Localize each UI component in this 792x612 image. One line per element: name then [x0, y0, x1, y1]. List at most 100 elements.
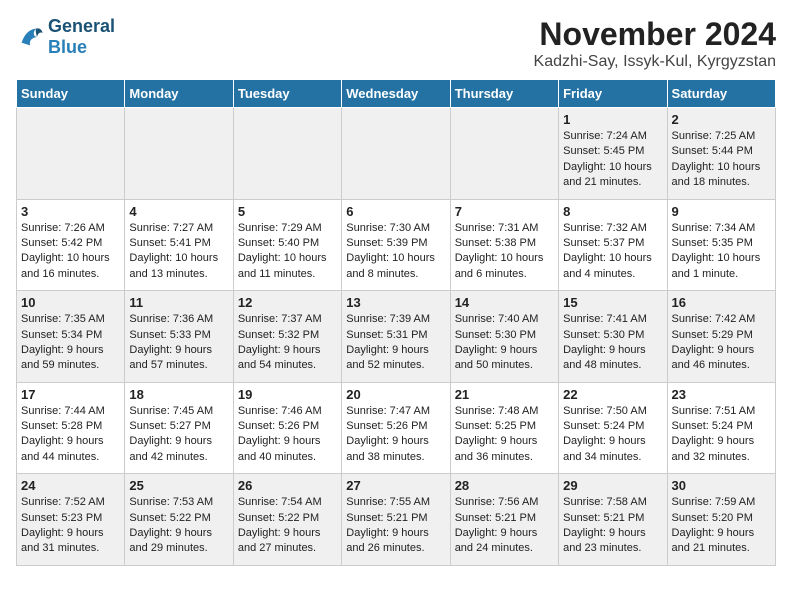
day-number: 7 [455, 204, 554, 219]
main-title: November 2024 [534, 16, 776, 53]
day-info: Sunrise: 7:46 AM Sunset: 5:26 PM Dayligh… [238, 404, 337, 466]
calendar-cell [233, 108, 341, 200]
calendar-cell: 26 Sunrise: 7:54 AM Sunset: 5:22 PM Dayli… [233, 474, 341, 566]
header-monday: Monday [125, 80, 233, 108]
day-number: 16 [672, 295, 771, 310]
day-number: 27 [346, 478, 445, 493]
day-info: Sunrise: 7:36 AM Sunset: 5:33 PM Dayligh… [129, 312, 228, 374]
calendar-cell: 22 Sunrise: 7:50 AM Sunset: 5:24 PM Dayli… [559, 382, 667, 474]
subtitle: Kadzhi-Say, Issyk-Kul, Kyrgyzstan [534, 53, 776, 71]
header-sunday: Sunday [17, 80, 125, 108]
day-info: Sunrise: 7:34 AM Sunset: 5:35 PM Dayligh… [672, 221, 771, 283]
calendar-cell: 10Sunrise: 7:35 AM Sunset: 5:34 PM Dayli… [17, 291, 125, 383]
calendar-header-row: SundayMondayTuesdayWednesdayThursdayFrid… [17, 80, 776, 108]
day-info: Sunrise: 7:50 AM Sunset: 5:24 PM Dayligh… [563, 404, 662, 466]
calendar-cell [342, 108, 450, 200]
calendar-cell: 20Sunrise: 7:47 AM Sunset: 5:26 PM Dayli… [342, 382, 450, 474]
calendar-cell: 28 Sunrise: 7:56 AM Sunset: 5:21 PM Dayli… [450, 474, 558, 566]
day-info: Sunrise: 7:39 AM Sunset: 5:31 PM Dayligh… [346, 312, 445, 374]
day-number: 13 [346, 295, 445, 310]
calendar-cell: 6 Sunrise: 7:30 AM Sunset: 5:39 PM Daylig… [342, 199, 450, 291]
day-number: 6 [346, 204, 445, 219]
day-number: 26 [238, 478, 337, 493]
calendar-cell: 2 Sunrise: 7:25 AM Sunset: 5:44 PM Daylig… [667, 108, 775, 200]
day-info: Sunrise: 7:54 AM Sunset: 5:22 PM Dayligh… [238, 495, 337, 557]
day-number: 24 [21, 478, 120, 493]
page-header: General Blue November 2024 Kadzhi-Say, I… [16, 16, 776, 71]
day-info: Sunrise: 7:45 AM Sunset: 5:27 PM Dayligh… [129, 404, 228, 466]
header-saturday: Saturday [667, 80, 775, 108]
day-info: Sunrise: 7:30 AM Sunset: 5:39 PM Dayligh… [346, 221, 445, 283]
day-info: Sunrise: 7:25 AM Sunset: 5:44 PM Dayligh… [672, 129, 771, 191]
day-info: Sunrise: 7:55 AM Sunset: 5:21 PM Dayligh… [346, 495, 445, 557]
calendar-cell: 8 Sunrise: 7:32 AM Sunset: 5:37 PM Daylig… [559, 199, 667, 291]
calendar-cell: 19 Sunrise: 7:46 AM Sunset: 5:26 PM Dayli… [233, 382, 341, 474]
calendar-cell: 13 Sunrise: 7:39 AM Sunset: 5:31 PM Dayli… [342, 291, 450, 383]
day-info: Sunrise: 7:27 AM Sunset: 5:41 PM Dayligh… [129, 221, 228, 283]
day-number: 28 [455, 478, 554, 493]
day-info: Sunrise: 7:51 AM Sunset: 5:24 PM Dayligh… [672, 404, 771, 466]
header-wednesday: Wednesday [342, 80, 450, 108]
day-info: Sunrise: 7:58 AM Sunset: 5:21 PM Dayligh… [563, 495, 662, 557]
day-number: 22 [563, 387, 662, 402]
day-info: Sunrise: 7:53 AM Sunset: 5:22 PM Dayligh… [129, 495, 228, 557]
calendar-cell: 25 Sunrise: 7:53 AM Sunset: 5:22 PM Dayli… [125, 474, 233, 566]
day-number: 5 [238, 204, 337, 219]
day-number: 1 [563, 112, 662, 127]
calendar-cell: 9 Sunrise: 7:34 AM Sunset: 5:35 PM Daylig… [667, 199, 775, 291]
calendar-week-row: 17Sunrise: 7:44 AM Sunset: 5:28 PM Dayli… [17, 382, 776, 474]
day-info: Sunrise: 7:32 AM Sunset: 5:37 PM Dayligh… [563, 221, 662, 283]
day-number: 3 [21, 204, 120, 219]
calendar-cell: 17Sunrise: 7:44 AM Sunset: 5:28 PM Dayli… [17, 382, 125, 474]
header-thursday: Thursday [450, 80, 558, 108]
day-number: 10 [21, 295, 120, 310]
calendar-table: SundayMondayTuesdayWednesdayThursdayFrid… [16, 79, 776, 566]
day-info: Sunrise: 7:31 AM Sunset: 5:38 PM Dayligh… [455, 221, 554, 283]
day-number: 8 [563, 204, 662, 219]
calendar-cell: 12Sunrise: 7:37 AM Sunset: 5:32 PM Dayli… [233, 291, 341, 383]
calendar-cell: 1Sunrise: 7:24 AM Sunset: 5:45 PM Daylig… [559, 108, 667, 200]
day-info: Sunrise: 7:40 AM Sunset: 5:30 PM Dayligh… [455, 312, 554, 374]
day-info: Sunrise: 7:56 AM Sunset: 5:21 PM Dayligh… [455, 495, 554, 557]
header-tuesday: Tuesday [233, 80, 341, 108]
calendar-cell: 15 Sunrise: 7:41 AM Sunset: 5:30 PM Dayli… [559, 291, 667, 383]
calendar-cell: 14 Sunrise: 7:40 AM Sunset: 5:30 PM Dayli… [450, 291, 558, 383]
day-info: Sunrise: 7:59 AM Sunset: 5:20 PM Dayligh… [672, 495, 771, 557]
calendar-cell: 18Sunrise: 7:45 AM Sunset: 5:27 PM Dayli… [125, 382, 233, 474]
calendar-week-row: 3Sunrise: 7:26 AM Sunset: 5:42 PM Daylig… [17, 199, 776, 291]
calendar-cell: 27 Sunrise: 7:55 AM Sunset: 5:21 PM Dayli… [342, 474, 450, 566]
day-number: 2 [672, 112, 771, 127]
day-number: 19 [238, 387, 337, 402]
day-info: Sunrise: 7:41 AM Sunset: 5:30 PM Dayligh… [563, 312, 662, 374]
calendar-cell [450, 108, 558, 200]
day-number: 21 [455, 387, 554, 402]
day-number: 14 [455, 295, 554, 310]
title-block: November 2024 Kadzhi-Say, Issyk-Kul, Kyr… [534, 16, 776, 71]
logo-text: General Blue [48, 16, 115, 58]
day-number: 4 [129, 204, 228, 219]
calendar-week-row: 24 Sunrise: 7:52 AM Sunset: 5:23 PM Dayli… [17, 474, 776, 566]
logo-general: General [48, 16, 115, 36]
logo: General Blue [16, 16, 115, 58]
calendar-cell: 23Sunrise: 7:51 AM Sunset: 5:24 PM Dayli… [667, 382, 775, 474]
calendar-week-row: 10Sunrise: 7:35 AM Sunset: 5:34 PM Dayli… [17, 291, 776, 383]
day-info: Sunrise: 7:48 AM Sunset: 5:25 PM Dayligh… [455, 404, 554, 466]
day-number: 20 [346, 387, 445, 402]
calendar-cell [17, 108, 125, 200]
calendar-week-row: 1Sunrise: 7:24 AM Sunset: 5:45 PM Daylig… [17, 108, 776, 200]
calendar-cell: 29Sunrise: 7:58 AM Sunset: 5:21 PM Dayli… [559, 474, 667, 566]
day-number: 30 [672, 478, 771, 493]
day-info: Sunrise: 7:52 AM Sunset: 5:23 PM Dayligh… [21, 495, 120, 557]
calendar-cell: 4 Sunrise: 7:27 AM Sunset: 5:41 PM Daylig… [125, 199, 233, 291]
calendar-cell: 11 Sunrise: 7:36 AM Sunset: 5:33 PM Dayli… [125, 291, 233, 383]
calendar-cell: 3Sunrise: 7:26 AM Sunset: 5:42 PM Daylig… [17, 199, 125, 291]
day-number: 12 [238, 295, 337, 310]
calendar-cell: 16Sunrise: 7:42 AM Sunset: 5:29 PM Dayli… [667, 291, 775, 383]
calendar-cell: 7 Sunrise: 7:31 AM Sunset: 5:38 PM Daylig… [450, 199, 558, 291]
calendar-cell: 5Sunrise: 7:29 AM Sunset: 5:40 PM Daylig… [233, 199, 341, 291]
day-number: 9 [672, 204, 771, 219]
day-number: 11 [129, 295, 228, 310]
day-number: 15 [563, 295, 662, 310]
calendar-cell: 24 Sunrise: 7:52 AM Sunset: 5:23 PM Dayli… [17, 474, 125, 566]
day-number: 25 [129, 478, 228, 493]
